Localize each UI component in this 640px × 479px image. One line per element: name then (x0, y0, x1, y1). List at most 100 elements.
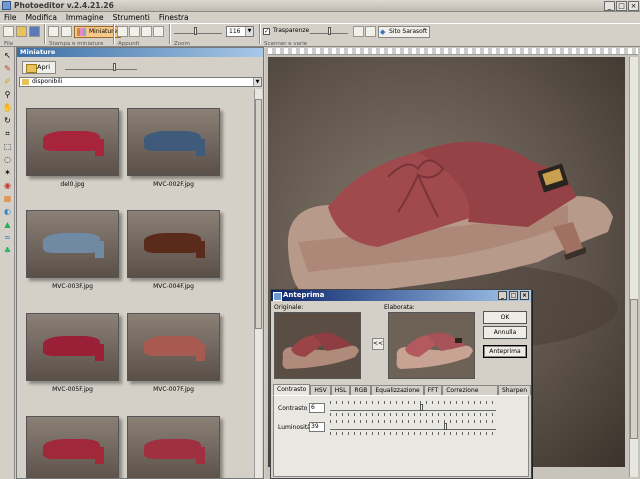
brush-tool-icon[interactable]: ✐ (2, 76, 13, 87)
new-file-icon[interactable] (3, 26, 14, 37)
copy-settings-button[interactable]: << (372, 338, 384, 350)
viewer-scrollbar[interactable] (629, 57, 638, 477)
grid-tool-icon[interactable]: ▦ (2, 193, 13, 204)
tab-hsv[interactable]: HSV (310, 385, 331, 395)
thumbnail-image[interactable] (26, 210, 119, 278)
toolbar-separator (113, 24, 114, 44)
thumbnail-size-thumb[interactable] (113, 63, 117, 71)
tab-rgb[interactable]: RGB (350, 385, 372, 395)
maximize-button[interactable]: □ (616, 1, 627, 11)
dialog-maximize-button[interactable]: □ (509, 291, 518, 300)
chevron-down-icon[interactable]: ▼ (245, 27, 253, 36)
pointer-tool-icon[interactable]: ↖ (2, 50, 13, 61)
transparency-slider[interactable] (310, 27, 348, 35)
brightness-slider[interactable] (330, 423, 496, 430)
contrast-slider-thumb[interactable] (419, 404, 423, 411)
tab-equalizzazione[interactable]: Equalizzazione (371, 385, 424, 395)
save-icon[interactable] (29, 26, 40, 37)
cancel-button[interactable]: Annulla (483, 326, 527, 339)
tab-correzione-gamma[interactable]: Correzione Gamma (442, 385, 498, 403)
thumbnail-image[interactable] (26, 108, 119, 176)
zoom-slider-thumb[interactable] (194, 27, 198, 35)
thumbnail-item[interactable]: del0.jpg (25, 108, 120, 188)
clipboard-group: Appunti (116, 25, 168, 47)
brightness-field[interactable]: 39 (309, 422, 325, 432)
zoom-group: 116 ▼ Zoom (172, 25, 258, 47)
site-link-button[interactable]: Sito Sarasoft (378, 26, 431, 38)
tree-tool-icon[interactable]: ♣ (2, 245, 13, 256)
thumbnail-item[interactable]: MVC-004F.jpg (126, 210, 221, 290)
open-button[interactable]: Apri (22, 61, 56, 74)
preview-button[interactable]: Anteprima (483, 345, 527, 358)
scrollbar-thumb[interactable] (630, 299, 638, 439)
zoom-slider[interactable] (174, 27, 222, 35)
forward-arrow-icon[interactable] (365, 26, 376, 37)
thumbnail-image[interactable] (26, 416, 119, 478)
thumbnail-item[interactable]: MVC-002F.jpg (126, 108, 221, 188)
landscape-tool-icon[interactable]: ▲ (2, 219, 13, 230)
print-group: Miniature Stampa e miniature (47, 25, 122, 47)
cut-icon[interactable] (117, 26, 128, 37)
thumbnail-scrollbar[interactable] (254, 89, 262, 478)
magnifier-tool-icon[interactable]: ⚲ (2, 89, 13, 100)
thumbnail-image[interactable] (127, 416, 220, 478)
thumbnail-item[interactable]: MVC-005F.jpg (25, 313, 120, 393)
crop-tool-icon[interactable]: ⌗ (2, 128, 13, 139)
copy-icon[interactable] (129, 26, 140, 37)
transparency-checkbox[interactable]: ✓ (263, 28, 270, 35)
thumbnail-image[interactable] (26, 313, 119, 381)
thumbnail-item[interactable] (25, 416, 120, 478)
thumbnail-image[interactable] (127, 313, 220, 381)
thumbnail-item[interactable]: MVC-003F.jpg (25, 210, 120, 290)
thumbnail-item[interactable]: MVC-007F.jpg (126, 313, 221, 393)
scrollbar-thumb[interactable] (255, 99, 262, 329)
paste-icon[interactable] (141, 26, 152, 37)
brightness-slider-thumb[interactable] (444, 423, 448, 430)
lasso-tool-icon[interactable]: ◌ (2, 154, 13, 165)
folder-path-combo[interactable]: disponibili ▼ (19, 77, 262, 87)
contrast-tab-panel: Contrasto 6 Luminosità 39 (273, 395, 529, 477)
transparency-slider-thumb[interactable] (327, 27, 331, 35)
menu-file[interactable]: File (4, 12, 17, 23)
tab-hsl[interactable]: HSL (330, 385, 351, 395)
dialog-close-button[interactable]: × (520, 291, 529, 300)
water-tool-icon[interactable]: ≈ (2, 232, 13, 243)
menu-finestra[interactable]: Finestra (159, 12, 189, 23)
star-tool-icon[interactable]: ✶ (2, 167, 13, 178)
thumbnail-size-slider[interactable] (65, 63, 137, 71)
shoe-heel-shape (196, 241, 206, 258)
thumbnail-image[interactable] (127, 210, 220, 278)
rotate-tool-icon[interactable]: ↻ (2, 115, 13, 126)
zoom-combo[interactable]: 116 ▼ (226, 26, 254, 37)
miniature-button[interactable]: Miniature (74, 26, 122, 38)
menu-immagine[interactable]: Immagine (66, 12, 104, 23)
thumbnail-item[interactable] (126, 416, 221, 478)
shoe-heel-shape (196, 447, 206, 464)
tab-fft[interactable]: FFT (423, 385, 443, 395)
contrast-slider[interactable] (330, 404, 496, 411)
chevron-down-icon[interactable]: ▼ (253, 78, 261, 86)
undo-icon[interactable] (153, 26, 164, 37)
print-icon[interactable] (61, 26, 72, 37)
brightness-label: Luminosità (278, 424, 311, 431)
tab-sharpen[interactable]: Sharpen (497, 385, 531, 395)
shoe-shape (144, 131, 201, 152)
select-tool-icon[interactable]: ⬚ (2, 141, 13, 152)
pencil-tool-icon[interactable]: ✎ (2, 63, 13, 74)
close-button[interactable]: × (628, 1, 639, 11)
minimize-button[interactable]: _ (604, 1, 615, 11)
dialog-minimize-button[interactable]: _ (498, 291, 507, 300)
print-preview-icon[interactable] (48, 26, 59, 37)
tab-contrasto[interactable]: Contrasto (273, 384, 311, 395)
menu-modifica[interactable]: Modifica (26, 12, 57, 23)
redeye-tool-icon[interactable]: ◉ (2, 180, 13, 191)
thumbnail-image[interactable] (127, 108, 220, 176)
menu-strumenti[interactable]: Strumenti (113, 12, 150, 23)
hand-tool-icon[interactable]: ✋ (2, 102, 13, 113)
scanner-icon[interactable] (353, 26, 364, 37)
ok-button[interactable]: OK (483, 311, 527, 324)
open-folder-icon[interactable] (16, 26, 27, 37)
title-bar: Photoeditor v.2.4.21.26 _ □ × (0, 0, 640, 12)
contrast-field[interactable]: 6 (309, 403, 325, 413)
color-tool-icon[interactable]: ◐ (2, 206, 13, 217)
